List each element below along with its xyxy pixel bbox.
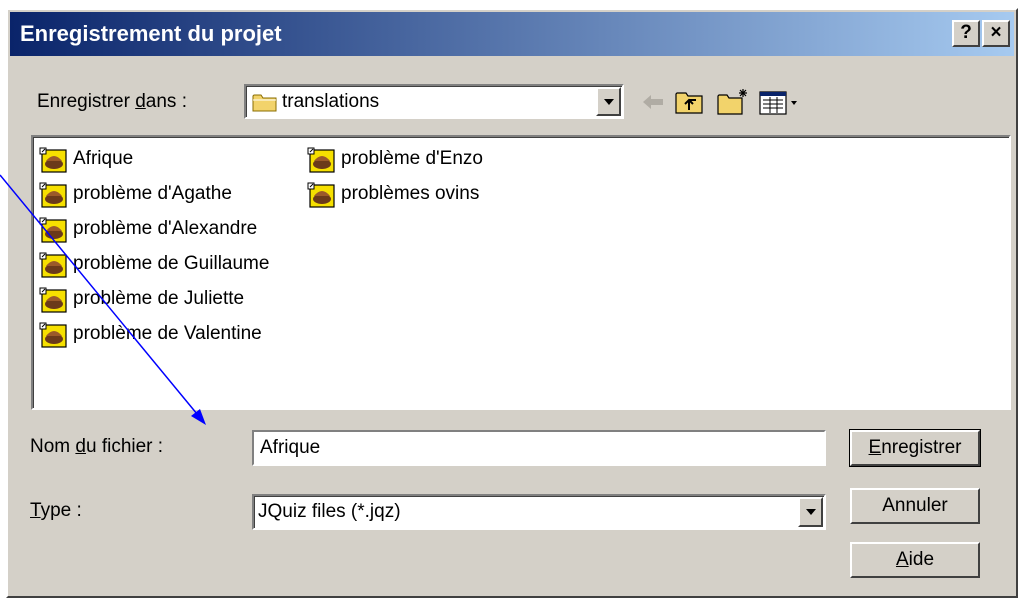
type-dropdown-button[interactable]: [798, 497, 823, 527]
jquiz-project-icon: [39, 217, 67, 243]
save-in-value: translations: [282, 91, 380, 112]
close-button[interactable]: ×: [982, 20, 1010, 47]
jquiz-project-icon: [39, 147, 67, 173]
up-folder-icon[interactable]: [674, 88, 704, 116]
jquiz-project-icon: [307, 147, 335, 173]
jquiz-project-icon: [39, 287, 67, 313]
type-label: Type :: [30, 500, 82, 521]
list-item[interactable]: problème de Valentine: [35, 320, 262, 348]
jquiz-project-icon: [39, 322, 67, 348]
jquiz-project-icon: [39, 252, 67, 278]
folder-icon: [252, 94, 277, 112]
new-folder-icon[interactable]: [716, 88, 750, 116]
list-item[interactable]: problème de Guillaume: [35, 250, 269, 278]
list-item[interactable]: problèmes ovins: [303, 180, 479, 208]
type-value: JQuiz files (*.jqz): [258, 501, 401, 522]
save-project-dialog: Enregistrement du projet ? × Enregistrer…: [6, 8, 1018, 598]
file-list[interactable]: Afrique problème d'Agathe problème d'Ale…: [31, 135, 1011, 410]
list-item[interactable]: Afrique: [35, 145, 133, 173]
list-item[interactable]: problème d'Alexandre: [35, 215, 257, 243]
save-in-combobox[interactable]: translations: [244, 84, 624, 119]
filename-label: Nom du fichier :: [30, 436, 164, 457]
filename-input[interactable]: Afrique: [252, 430, 826, 466]
save-in-dropdown-button[interactable]: [596, 87, 621, 116]
cancel-button[interactable]: Annuler: [850, 488, 980, 524]
help-dialog-button[interactable]: Aide: [850, 542, 980, 578]
save-button[interactable]: Enregistrer: [849, 429, 981, 467]
jquiz-project-icon: [39, 182, 67, 208]
save-in-label: Enregistrer dans :: [37, 91, 187, 112]
list-item[interactable]: problème d'Enzo: [303, 145, 483, 173]
view-menu-icon[interactable]: [758, 88, 802, 116]
title-bar[interactable]: Enregistrement du projet ? ×: [10, 12, 1014, 56]
back-arrow-icon[interactable]: [640, 88, 666, 116]
window-title: Enregistrement du projet: [20, 21, 282, 46]
list-item[interactable]: problème d'Agathe: [35, 180, 232, 208]
help-button[interactable]: ?: [952, 20, 980, 47]
list-item[interactable]: problème de Juliette: [35, 285, 244, 313]
type-combobox[interactable]: JQuiz files (*.jqz): [252, 494, 826, 530]
jquiz-project-icon: [307, 182, 335, 208]
